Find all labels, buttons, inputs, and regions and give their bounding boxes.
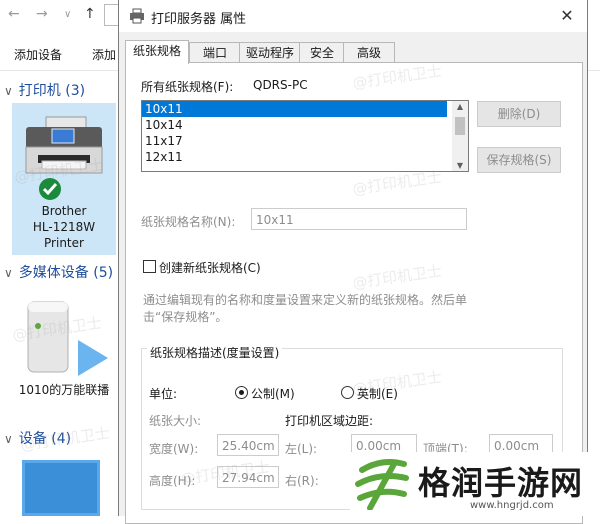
list-item[interactable]: 12x11 <box>142 149 447 165</box>
media-device-label: 1010的万能联播 <box>18 383 110 397</box>
brand-overlay: 格润手游网 www.hngrjd.com <box>350 452 600 516</box>
media-device-tile[interactable]: 1010的万能联播 <box>12 296 116 406</box>
up-arrow-icon[interactable]: ↑ <box>84 6 96 22</box>
form-name-field[interactable]: 10x11 <box>251 208 467 230</box>
form-name-label: 纸张规格名称(N): <box>141 215 236 229</box>
printer-name-line1: Brother <box>41 204 87 218</box>
close-button[interactable]: ✕ <box>553 4 581 28</box>
recent-chevron-icon[interactable]: ∨ <box>64 9 71 20</box>
scroll-up-icon[interactable]: ▲ <box>452 102 468 111</box>
right-margin-label: 右(R): <box>285 474 319 488</box>
monitor-icon[interactable] <box>22 460 100 516</box>
back-arrow-icon[interactable]: ← <box>8 6 20 22</box>
hint-text-line1: 通过编辑现有的名称和度量设置来定义新的纸张规格。然后单 <box>143 293 468 307</box>
forward-arrow-icon[interactable]: → <box>36 6 48 22</box>
dialog-title: 打印服务器 属性 <box>151 12 247 27</box>
create-new-form-label[interactable]: 创建新纸张规格(C) <box>159 259 261 276</box>
tab-paper-forms[interactable]: 纸张规格 <box>125 40 189 64</box>
printer-icon <box>130 8 144 24</box>
unit-label: 单位: <box>149 387 178 401</box>
chevron-down-icon: ∨ <box>4 266 13 280</box>
chevron-down-icon: ∨ <box>4 84 13 98</box>
tab-advanced[interactable]: 高级 <box>343 42 395 63</box>
hint-text-line2: 击“保存规格”。 <box>143 310 228 324</box>
server-name: QDRS-PC <box>253 78 308 92</box>
left-margin-label: 左(L): <box>285 442 318 456</box>
all-forms-label: 所有纸张规格(F): <box>141 80 234 94</box>
add-device-button[interactable]: 添加设备 <box>14 46 62 63</box>
brand-url: www.hngrjd.com <box>470 500 554 511</box>
chevron-down-icon: ∨ <box>4 432 13 446</box>
brand-name: 格润手游网 <box>418 464 584 502</box>
scroll-down-icon[interactable]: ▼ <box>452 161 468 170</box>
save-form-button[interactable]: 保存规格(S) <box>477 147 561 173</box>
unit-metric-label[interactable]: 公制(M) <box>251 385 295 402</box>
list-item[interactable]: 10x11 <box>142 101 447 117</box>
add-printer-button[interactable]: 添加 <box>92 46 118 63</box>
delete-button[interactable]: 删除(D) <box>477 101 561 127</box>
tab-ports[interactable]: 端口 <box>189 42 241 63</box>
listbox-scrollbar[interactable]: ▲ ▼ <box>452 101 468 171</box>
address-bar[interactable] <box>104 4 119 26</box>
section-printers-header[interactable]: ∨ 打印机 (3) <box>4 80 85 100</box>
section-media-header[interactable]: ∨ 多媒体设备 (5) <box>4 262 113 282</box>
printer-name-line2: HL-1218W <box>32 220 96 234</box>
dialog-titlebar[interactable]: 打印服务器 属性 ✕ <box>119 0 587 32</box>
paper-size-label: 纸张大小: <box>149 414 202 428</box>
brand-logo-icon <box>355 459 409 510</box>
width-field[interactable]: 25.40cm <box>217 434 279 456</box>
scroll-thumb[interactable] <box>455 117 465 135</box>
tab-security[interactable]: 安全 <box>299 42 345 63</box>
unit-metric-radio[interactable] <box>235 386 248 399</box>
create-new-form-checkbox[interactable] <box>143 260 156 273</box>
forms-listbox[interactable]: 10x11 10x14 11x17 12x11 ▲ ▼ <box>141 100 469 172</box>
tab-drivers[interactable]: 驱动程序 <box>239 42 301 63</box>
list-item[interactable]: 10x14 <box>142 117 447 133</box>
margins-label: 打印机区域边距: <box>285 414 374 428</box>
width-label: 宽度(W): <box>149 442 199 456</box>
group-title: 纸张规格描述(度量设置) <box>147 344 283 361</box>
list-item[interactable]: 11x17 <box>142 133 447 149</box>
printer-name-line3: Printer <box>44 236 84 250</box>
